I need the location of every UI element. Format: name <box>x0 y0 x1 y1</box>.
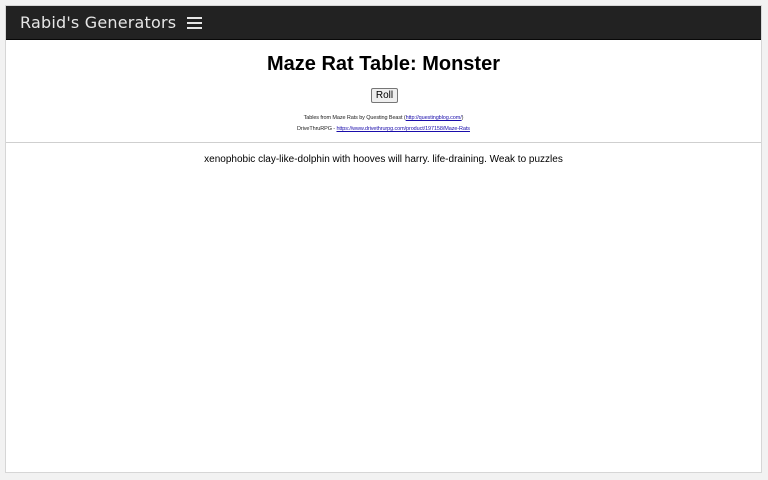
page-frame: Rabid's Generators Maze Rat Table: Monst… <box>5 5 762 473</box>
roll-result: xenophobic clay-like-dolphin with hooves… <box>204 154 563 165</box>
divider <box>6 142 761 143</box>
credits-text: Tables from Maze Rats by Questing Beast … <box>303 115 406 121</box>
drivethrurpg-link[interactable]: https://www.drivethrurpg.com/product/197… <box>336 126 470 132</box>
navbar: Rabid's Generators <box>6 6 761 40</box>
hamburger-bar <box>187 27 202 29</box>
hamburger-bar <box>187 17 202 19</box>
hamburger-bar <box>187 22 202 24</box>
credits-text: DriveThruRPG - <box>297 126 337 132</box>
page-title: Maze Rat Table: Monster <box>267 53 500 75</box>
credits-drivethrurpg: DriveThruRPG - https://www.drivethrurpg.… <box>6 125 761 133</box>
credits-text: ) <box>461 115 464 121</box>
hamburger-menu-icon[interactable] <box>184 14 206 32</box>
brand-link[interactable]: Rabid's Generators <box>20 12 176 34</box>
credits-questing-beast: Tables from Maze Rats by Questing Beast … <box>6 114 761 122</box>
roll-button[interactable]: Roll <box>371 88 398 103</box>
questing-blog-link[interactable]: http://questingblog.com/ <box>406 115 462 121</box>
